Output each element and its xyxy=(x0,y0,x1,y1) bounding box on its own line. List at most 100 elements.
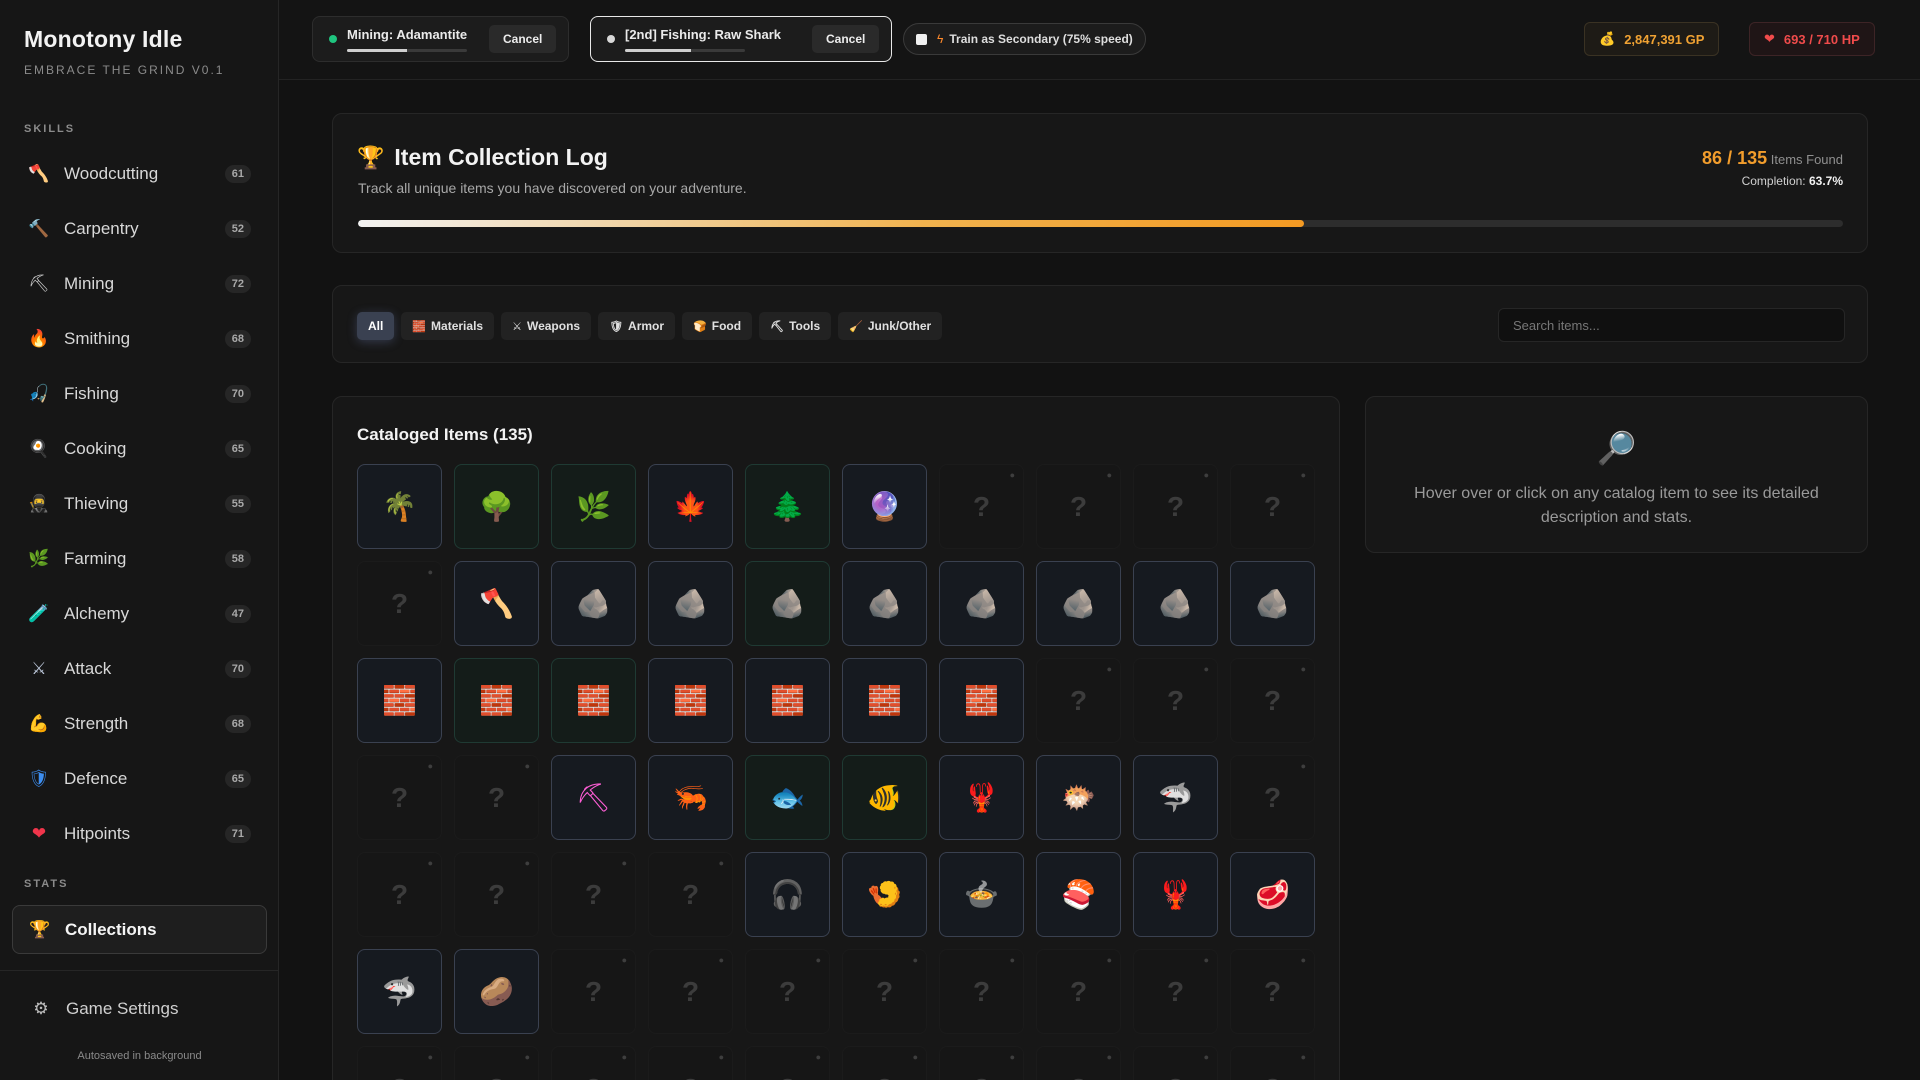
catalog-item-locked[interactable]: ?● xyxy=(454,755,539,840)
train-secondary-checkbox[interactable] xyxy=(916,33,927,45)
catalog-item[interactable]: 🪨 xyxy=(1230,561,1315,646)
sidebar-item-label: Attack xyxy=(64,658,112,678)
filter-label: Armor xyxy=(628,319,665,333)
catalog-item[interactable]: 🍁 xyxy=(648,464,733,549)
catalog-item[interactable]: 🥩 xyxy=(1230,852,1315,937)
catalog-item-locked[interactable]: ?● xyxy=(357,561,442,646)
catalog-item-locked[interactable]: ?● xyxy=(1036,464,1121,549)
catalog-item[interactable]: 🦞 xyxy=(939,755,1024,840)
catalog-item-locked[interactable]: ?● xyxy=(1133,464,1218,549)
catalog-item-locked[interactable]: ?● xyxy=(1036,949,1121,1034)
catalog-item-locked[interactable]: ?● xyxy=(648,949,733,1034)
sidebar-item-attack[interactable]: ⚔ Attack 70 xyxy=(12,641,267,696)
catalog-item-locked[interactable]: ?● xyxy=(939,464,1024,549)
sidebar-item-thieving[interactable]: 🥷 Thieving 55 xyxy=(12,476,267,531)
catalog-item[interactable]: 🪨 xyxy=(648,561,733,646)
sidebar-item-smithing[interactable]: 🔥 Smithing 68 xyxy=(12,311,267,366)
filter-food[interactable]: 🍞 Food xyxy=(682,312,753,340)
catalog-item[interactable]: 🧱 xyxy=(842,658,927,743)
catalog-item-locked[interactable]: ?● xyxy=(454,1046,539,1080)
catalog-item-locked[interactable]: ?● xyxy=(939,949,1024,1034)
catalog-item-locked[interactable]: ?● xyxy=(1036,658,1121,743)
catalog-item[interactable]: 🐠 xyxy=(842,755,927,840)
catalog-item[interactable]: 🦐 xyxy=(648,755,733,840)
catalog-item[interactable]: 🪨 xyxy=(1133,561,1218,646)
catalog-item[interactable]: 🦈 xyxy=(357,949,442,1034)
catalog-item-locked[interactable]: ?● xyxy=(842,949,927,1034)
catalog-item[interactable]: 🪨 xyxy=(842,561,927,646)
catalog-item[interactable]: 🪨 xyxy=(939,561,1024,646)
catalog-item-locked[interactable]: ?● xyxy=(745,949,830,1034)
sidebar-item-farming[interactable]: 🌿 Farming 58 xyxy=(12,531,267,586)
catalog-item[interactable]: 🧱 xyxy=(745,658,830,743)
filter-tools[interactable]: ⛏ Tools xyxy=(759,312,832,340)
catalog-item-locked[interactable]: ?● xyxy=(454,852,539,937)
catalog-item-locked[interactable]: ?● xyxy=(551,949,636,1034)
catalog-item[interactable]: 🦈 xyxy=(1133,755,1218,840)
catalog-item-locked[interactable]: ?● xyxy=(551,852,636,937)
sidebar-item-alchemy[interactable]: 🧪 Alchemy 47 xyxy=(12,586,267,641)
catalog-item[interactable]: 🌳 xyxy=(454,464,539,549)
sidebar-item-collections[interactable]: 🏆 Collections xyxy=(12,905,267,954)
catalog-item-locked[interactable]: ?● xyxy=(1230,464,1315,549)
catalog-item[interactable]: 🧱 xyxy=(551,658,636,743)
sidebar-item-fishing[interactable]: 🎣 Fishing 70 xyxy=(12,366,267,421)
catalog-item-locked[interactable]: ?● xyxy=(1230,1046,1315,1080)
search-input[interactable] xyxy=(1498,308,1845,342)
sidebar-item-cooking[interactable]: 🍳 Cooking 65 xyxy=(12,421,267,476)
catalog-item[interactable]: 🪨 xyxy=(745,561,830,646)
catalog-item[interactable]: 🎧 xyxy=(745,852,830,937)
catalog-item-locked[interactable]: ?● xyxy=(1230,658,1315,743)
catalog-item[interactable]: 🍤 xyxy=(842,852,927,937)
catalog-item[interactable]: 🧱 xyxy=(939,658,1024,743)
catalog-item-locked[interactable]: ?● xyxy=(842,1046,927,1080)
catalog-item[interactable]: 🐟 xyxy=(745,755,830,840)
sidebar-item-strength[interactable]: 💪 Strength 68 xyxy=(12,696,267,751)
sidebar-item-defence[interactable]: 🛡 Defence 65 xyxy=(12,751,267,806)
catalog-item-locked[interactable]: ?● xyxy=(1036,1046,1121,1080)
catalog-item-locked[interactable]: ?● xyxy=(1133,658,1218,743)
catalog-item[interactable]: 🍲 xyxy=(939,852,1024,937)
sidebar-item-woodcutting[interactable]: 🪓 Woodcutting 61 xyxy=(12,146,267,201)
catalog-item-locked[interactable]: ?● xyxy=(939,1046,1024,1080)
sidebar-item-mining[interactable]: ⛏ Mining 72 xyxy=(12,256,267,311)
catalog-item[interactable]: 🪨 xyxy=(1036,561,1121,646)
catalog-item[interactable]: 🧱 xyxy=(357,658,442,743)
catalog-item[interactable]: 🌴 xyxy=(357,464,442,549)
catalog-item-locked[interactable]: ?● xyxy=(1133,949,1218,1034)
catalog-item[interactable]: 🌲 xyxy=(745,464,830,549)
catalog-item[interactable]: 🪨 xyxy=(551,561,636,646)
catalog-item[interactable]: 🥔 xyxy=(454,949,539,1034)
catalog-item-locked[interactable]: ?● xyxy=(1230,949,1315,1034)
filter-armor[interactable]: 🛡 Armor xyxy=(598,312,676,340)
lock-icon: ● xyxy=(621,955,627,965)
filter-all[interactable]: All xyxy=(357,312,395,340)
sidebar-item-carpentry[interactable]: 🔨 Carpentry 52 xyxy=(12,201,267,256)
catalog-item-locked[interactable]: ?● xyxy=(357,755,442,840)
catalog-item[interactable]: 🧱 xyxy=(648,658,733,743)
cancel-primary-task-button[interactable]: Cancel xyxy=(489,25,557,53)
train-secondary-toggle[interactable]: ϟ Train as Secondary (75% speed) xyxy=(903,23,1146,55)
catalog-item[interactable]: 🌿 xyxy=(551,464,636,549)
catalog-item-locked[interactable]: ?● xyxy=(1230,755,1315,840)
filter-weapons[interactable]: ⚔ Weapons xyxy=(501,312,592,340)
catalog-item[interactable]: ⛏ xyxy=(551,755,636,840)
filter-junk-other[interactable]: 🧹 Junk/Other xyxy=(838,312,943,340)
filter-materials[interactable]: 🧱 Materials xyxy=(401,312,495,340)
game-settings-button[interactable]: ⚙ Game Settings xyxy=(28,996,178,1022)
catalog-item[interactable]: 🧱 xyxy=(454,658,539,743)
catalog-item-locked[interactable]: ?● xyxy=(1133,1046,1218,1080)
catalog-item-locked[interactable]: ?● xyxy=(648,1046,733,1080)
catalog-item[interactable]: 🔮 xyxy=(842,464,927,549)
catalog-item[interactable]: 🦞 xyxy=(1133,852,1218,937)
catalog-item-locked[interactable]: ?● xyxy=(648,852,733,937)
catalog-item-locked[interactable]: ?● xyxy=(745,1046,830,1080)
catalog-item-locked[interactable]: ?● xyxy=(551,1046,636,1080)
catalog-item[interactable]: 🍣 xyxy=(1036,852,1121,937)
sidebar-item-hitpoints[interactable]: ❤ Hitpoints 71 xyxy=(12,806,267,861)
cancel-secondary-task-button[interactable]: Cancel xyxy=(812,25,880,53)
catalog-item[interactable]: 🪓 xyxy=(454,561,539,646)
catalog-item[interactable]: 🐡 xyxy=(1036,755,1121,840)
catalog-item-locked[interactable]: ?● xyxy=(357,852,442,937)
catalog-item-locked[interactable]: ?● xyxy=(357,1046,442,1080)
